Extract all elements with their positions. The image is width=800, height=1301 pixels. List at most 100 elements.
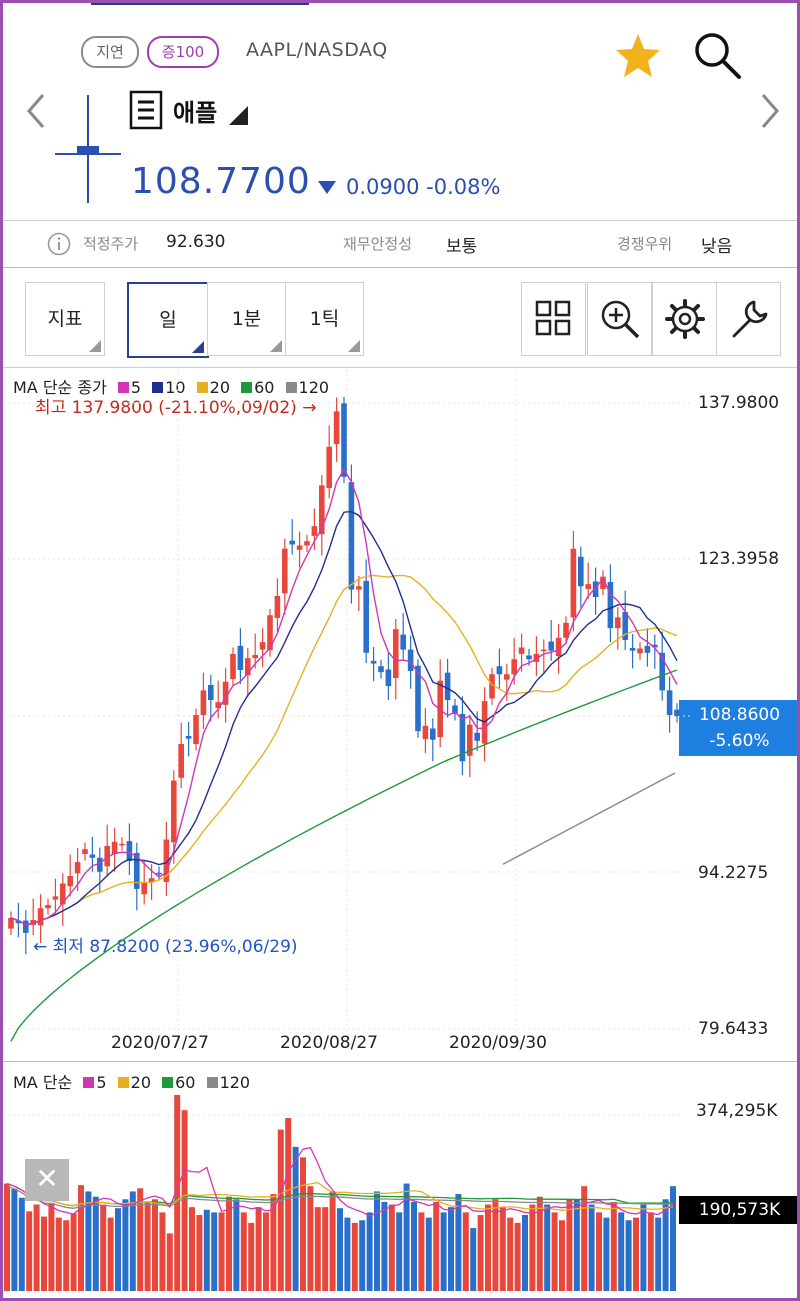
- current-price-tag-value: 108.8600: [698, 705, 781, 725]
- volume-bar: [522, 1215, 528, 1291]
- volume-bar: [662, 1199, 669, 1291]
- info-icon[interactable]: [47, 232, 71, 256]
- stability-value: 보통: [446, 237, 478, 257]
- volume-bar: [647, 1212, 654, 1291]
- volume-chart[interactable]: [3, 1063, 683, 1295]
- y-tick-label: 123.3958: [698, 549, 780, 569]
- candle: [193, 708, 199, 751]
- close-icon[interactable]: ✕: [25, 1159, 69, 1201]
- candle: [185, 722, 192, 757]
- candle: [289, 519, 295, 555]
- volume-bar: [618, 1212, 625, 1291]
- volume-bar: [551, 1212, 558, 1291]
- next-stock-arrow-icon[interactable]: [755, 91, 785, 131]
- candle: [533, 636, 540, 676]
- volume-bar: [129, 1191, 136, 1291]
- period-day-label: 일: [159, 309, 177, 331]
- volume-bar: [625, 1220, 632, 1291]
- indicator-button-label: 지표: [47, 308, 83, 330]
- ma120-line: [502, 772, 676, 865]
- divider: [3, 267, 797, 268]
- search-icon[interactable]: [691, 29, 743, 81]
- fair-price-label: 적정주가: [83, 235, 139, 253]
- wrench-icon: [732, 300, 768, 338]
- volume-bar: [507, 1217, 514, 1291]
- current-price: 108.7700: [131, 161, 311, 202]
- candle: [370, 646, 377, 682]
- volume-bar: [388, 1204, 395, 1291]
- candle: [178, 722, 184, 789]
- tools-button[interactable]: [716, 282, 781, 356]
- candle: [674, 703, 680, 723]
- volume-bar: [277, 1129, 284, 1291]
- menu-list-icon[interactable]: [129, 90, 163, 130]
- current-volume-tag: 190,573K: [679, 1196, 797, 1224]
- divider: [3, 220, 797, 221]
- volume-bar: [411, 1201, 417, 1291]
- volume-bar: [485, 1204, 491, 1291]
- period-tick-button[interactable]: 1틱: [285, 282, 364, 356]
- competitive-label: 경쟁우위: [617, 235, 673, 253]
- candle: [30, 898, 36, 936]
- candle: [215, 680, 221, 719]
- competitive-value: 낮음: [701, 237, 733, 257]
- volume-bar: [455, 1194, 462, 1291]
- volume-bar: [640, 1204, 647, 1291]
- volume-bar: [670, 1186, 676, 1291]
- volume-bar: [11, 1188, 18, 1291]
- volume-bar: [285, 1118, 292, 1291]
- candle: [52, 878, 59, 914]
- candle: [37, 894, 44, 944]
- volume-bar: [366, 1212, 373, 1291]
- volume-bar: [633, 1217, 639, 1291]
- candle: [644, 628, 651, 667]
- candle: [607, 564, 614, 643]
- volume-bar: [181, 1110, 188, 1291]
- settings-button[interactable]: [652, 282, 717, 356]
- candle: [237, 628, 244, 684]
- volume-bar: [166, 1233, 173, 1291]
- volume-bar: [240, 1212, 247, 1291]
- price-chart[interactable]: [3, 369, 693, 1059]
- prev-stock-arrow-icon[interactable]: [21, 91, 51, 131]
- y-tick-label: 137.9800: [698, 393, 780, 413]
- candle: [230, 647, 236, 686]
- volume-bar: [588, 1204, 595, 1291]
- period-minute-button[interactable]: 1분: [207, 282, 286, 356]
- volume-bar: [233, 1199, 240, 1291]
- volume-bar: [433, 1201, 440, 1291]
- volume-bar: [55, 1217, 62, 1291]
- volume-bar: [448, 1207, 454, 1291]
- candle: [563, 616, 569, 645]
- margin-badge: 증100: [147, 36, 219, 68]
- stock-dropdown-icon[interactable]: [228, 106, 250, 126]
- candle: [119, 837, 125, 851]
- candle: [23, 910, 29, 955]
- candle: [615, 607, 621, 650]
- ma5-line: [10, 467, 678, 926]
- star-icon[interactable]: [613, 31, 663, 81]
- volume-bar: [226, 1196, 232, 1291]
- candle: [82, 842, 88, 861]
- volume-bar: [92, 1196, 99, 1291]
- volume-bar: [337, 1208, 343, 1291]
- volume-bar: [70, 1213, 77, 1291]
- candle: [659, 631, 665, 701]
- period-minute-label: 1분: [231, 308, 262, 330]
- period-day-button[interactable]: 일: [127, 282, 209, 358]
- candle: [45, 898, 51, 915]
- zoom-in-button[interactable]: [587, 282, 652, 356]
- layout-grid-button[interactable]: [521, 282, 586, 356]
- volume-bar: [100, 1204, 107, 1291]
- volume-bar: [566, 1199, 573, 1291]
- volume-bar: [322, 1207, 329, 1291]
- candle: [467, 714, 473, 778]
- volume-bar: [18, 1197, 25, 1291]
- volume-bar: [255, 1207, 262, 1291]
- volume-bar: [159, 1212, 166, 1291]
- indicator-button[interactable]: 지표: [25, 282, 105, 356]
- y-tick-label: 94.2275: [698, 863, 769, 883]
- candle: [326, 425, 332, 499]
- stock-name[interactable]: 애플: [173, 93, 217, 128]
- candle: [126, 823, 133, 875]
